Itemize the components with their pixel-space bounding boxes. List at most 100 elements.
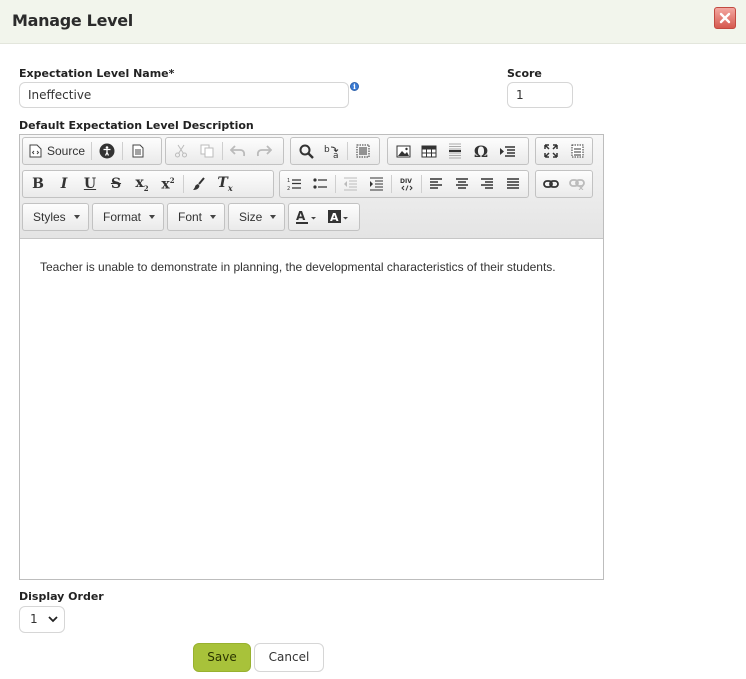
- paintbrush-icon: [193, 177, 205, 190]
- decrease-indent-button[interactable]: [338, 173, 363, 195]
- toolbar-group-colors: A A: [288, 203, 360, 231]
- undo-icon: [230, 145, 246, 157]
- remove-format-button[interactable]: Tx: [212, 173, 238, 195]
- remove-format-icon: Tx: [217, 175, 233, 193]
- toolbar-group-view: [535, 137, 593, 165]
- svg-text:1: 1: [287, 178, 290, 184]
- underline-icon: U: [83, 176, 97, 192]
- underline-button[interactable]: U: [77, 173, 103, 195]
- search-icon: [299, 144, 314, 159]
- styles-label: Styles: [33, 210, 66, 224]
- increase-indent-button[interactable]: [363, 173, 388, 195]
- dialog-header: Manage Level: [0, 0, 746, 44]
- link-button[interactable]: [538, 173, 564, 195]
- justify-button[interactable]: [501, 173, 526, 195]
- cancel-button[interactable]: Cancel: [254, 643, 324, 672]
- display-order-select[interactable]: 1: [19, 606, 65, 633]
- accessibility-icon: [99, 143, 115, 159]
- copy-icon: [200, 144, 214, 158]
- show-blocks-icon: [571, 144, 583, 158]
- level-name-input[interactable]: [19, 82, 349, 108]
- text-color-icon: A: [296, 209, 316, 224]
- outdent-icon: [344, 177, 358, 191]
- background-color-button[interactable]: A: [323, 206, 355, 228]
- redo-button[interactable]: [251, 140, 277, 162]
- info-icon[interactable]: i: [350, 82, 359, 91]
- close-button[interactable]: [714, 7, 736, 29]
- image-button[interactable]: [390, 140, 416, 162]
- numbered-list-button[interactable]: 12: [282, 173, 307, 195]
- font-dropdown[interactable]: Font: [167, 203, 226, 231]
- svg-text:b: b: [324, 145, 330, 155]
- editor-toolbar: Source b a Ω B I U S x2 x2 Tx 1 2 DIV St…: [20, 135, 603, 239]
- page-break-button[interactable]: [494, 140, 520, 162]
- subscript-button[interactable]: x2: [129, 173, 155, 195]
- text-color-button[interactable]: A: [291, 206, 323, 228]
- svg-text:DIV: DIV: [400, 178, 412, 185]
- svg-text:a: a: [333, 151, 339, 159]
- select-all-icon: [356, 144, 370, 158]
- align-left-button[interactable]: [424, 173, 449, 195]
- score-label: Score: [507, 67, 542, 80]
- toolbar-group-basicstyles: B I U S x2 x2 Tx: [22, 170, 274, 198]
- preview-button[interactable]: [125, 140, 151, 162]
- special-character-button[interactable]: Ω: [468, 140, 494, 162]
- close-icon: [719, 12, 731, 24]
- display-order-value: 1: [30, 612, 38, 626]
- table-button[interactable]: [416, 140, 442, 162]
- copy-button[interactable]: [194, 140, 220, 162]
- copy-formatting-button[interactable]: [186, 173, 212, 195]
- div-container-button[interactable]: DIV: [394, 173, 419, 195]
- replace-icon: ba: [324, 145, 339, 159]
- bulleted-list-button[interactable]: [307, 173, 332, 195]
- toolbar-group-editing: ba: [290, 137, 380, 165]
- format-label: Format: [103, 210, 142, 224]
- unlink-icon: [569, 179, 585, 190]
- horizontal-line-button[interactable]: [442, 140, 468, 162]
- find-button[interactable]: [293, 140, 319, 162]
- svg-text:2: 2: [287, 186, 290, 191]
- align-right-button[interactable]: [475, 173, 500, 195]
- unlink-button[interactable]: [564, 173, 590, 195]
- svg-text:A: A: [330, 211, 339, 224]
- bold-icon: B: [32, 176, 44, 192]
- undo-button[interactable]: [225, 140, 251, 162]
- chevron-down-icon: [48, 616, 58, 623]
- redo-icon: [256, 145, 272, 157]
- subscript-icon: x2: [135, 175, 149, 193]
- superscript-button[interactable]: x2: [155, 173, 181, 195]
- rich-text-editor: Source b a Ω B I U S x2 x2 Tx 1 2 DIV St…: [19, 134, 604, 580]
- save-button[interactable]: Save: [193, 643, 251, 672]
- show-blocks-button[interactable]: [564, 140, 590, 162]
- description-label: Default Expectation Level Description: [19, 119, 254, 132]
- format-dropdown[interactable]: Format: [92, 203, 165, 231]
- bulleted-list-icon: [313, 178, 327, 189]
- size-dropdown[interactable]: Size: [228, 203, 286, 231]
- chevron-down-icon: [210, 215, 217, 219]
- display-order-label: Display Order: [19, 590, 104, 603]
- editor-content[interactable]: Teacher is unable to demonstrate in plan…: [40, 257, 580, 278]
- page-icon: [132, 144, 144, 158]
- bold-button[interactable]: B: [25, 173, 51, 195]
- toolbar-group-clipboard: [165, 137, 284, 165]
- div-icon: DIV: [400, 178, 413, 191]
- cut-button[interactable]: [168, 140, 194, 162]
- image-icon: [396, 145, 410, 157]
- toolbar-group-insert: Ω: [387, 137, 529, 165]
- strikethrough-button[interactable]: S: [103, 173, 129, 195]
- strikethrough-icon: S: [110, 176, 122, 192]
- align-center-button[interactable]: [450, 173, 475, 195]
- accessibility-button[interactable]: [94, 140, 120, 162]
- svg-text:A: A: [296, 209, 306, 223]
- italic-button[interactable]: I: [51, 173, 77, 195]
- indent-icon: [369, 177, 383, 191]
- toolbar-group-links: [535, 170, 593, 198]
- font-label: Font: [178, 210, 203, 224]
- replace-button[interactable]: ba: [319, 140, 345, 162]
- score-input[interactable]: [507, 82, 573, 108]
- maximize-button[interactable]: [538, 140, 564, 162]
- styles-dropdown[interactable]: Styles: [22, 203, 89, 231]
- source-button[interactable]: Source: [25, 140, 89, 162]
- superscript-icon: x2: [161, 175, 175, 193]
- select-all-button[interactable]: [350, 140, 376, 162]
